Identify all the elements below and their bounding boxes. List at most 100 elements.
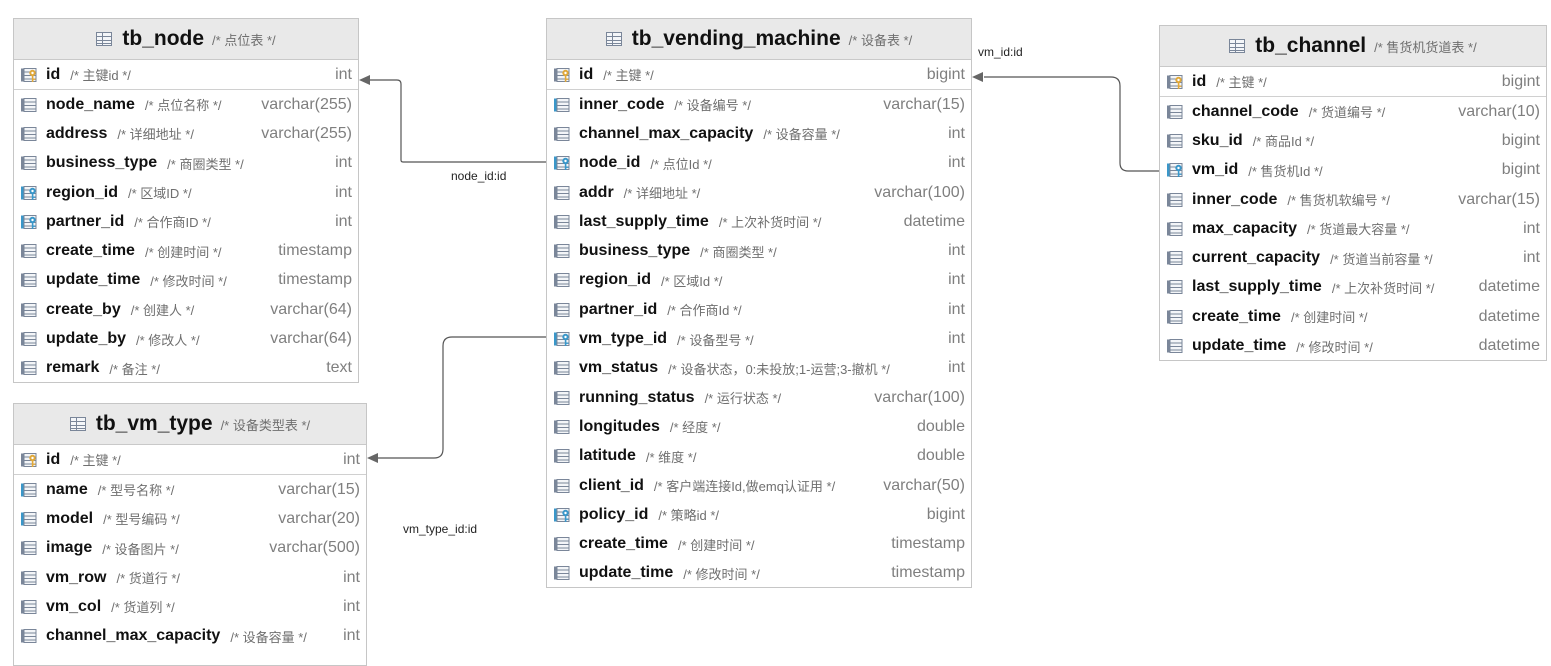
column-type: varchar(255) xyxy=(261,95,352,113)
column-row-vm-status[interactable]: vm_status /* 设备状态，0:未投放;1-运营;3-撤机 */ int xyxy=(547,354,971,383)
column-row-sku-id[interactable]: sku_id /* 商品Id */ bigint xyxy=(1160,126,1546,155)
column-name: vm_col xyxy=(46,597,102,615)
column-row-longitudes[interactable]: longitudes /* 经度 */ double xyxy=(547,412,971,441)
column-row-update-time[interactable]: update_time /* 修改时间 */ timestamp xyxy=(14,266,358,295)
column-row-channel-max-capacity[interactable]: channel_max_capacity /* 设备容量 */ int xyxy=(14,621,366,650)
column-icon xyxy=(20,570,38,586)
column-row-region-id[interactable]: region_id /* 区域ID */ int xyxy=(14,178,358,207)
column-row-current-capacity[interactable]: current_capacity /* 货道当前容量 */ int xyxy=(1160,243,1546,272)
table-tb-vm-type[interactable]: tb_vm_type /* 设备类型表 */ id /* 主键 */ int name… xyxy=(13,403,367,666)
column-row-partner-id[interactable]: partner_id /* 合作商ID */ int xyxy=(14,207,358,236)
column-row-id[interactable]: id /* 主键 */ bigint xyxy=(1160,67,1546,97)
arrowhead-vm-type-id xyxy=(367,453,378,463)
column-row-max-capacity[interactable]: max_capacity /* 货道最大容量 */ int xyxy=(1160,214,1546,243)
column-row-running-status[interactable]: running_status /* 运行状态 */ varchar(100) xyxy=(547,383,971,412)
column-row-vm-row[interactable]: vm_row /* 货道行 */ int xyxy=(14,563,366,592)
arrowhead-vm-id xyxy=(972,72,983,82)
column-row-addr[interactable]: addr /* 详细地址 */ varchar(100) xyxy=(547,178,971,207)
column-comment: /* 合作商ID */ xyxy=(134,215,211,231)
connector-vm-id xyxy=(984,76,1159,172)
column-icon xyxy=(553,565,571,581)
column-icon xyxy=(553,360,571,376)
indexed-column-icon xyxy=(553,97,571,113)
column-comment: /* 上次补货时间 */ xyxy=(1331,280,1435,296)
table-tb-channel[interactable]: tb_channel/* 售货机货道表 */ id/* 主键 */bigint … xyxy=(1159,25,1547,361)
column-icon xyxy=(20,272,38,288)
column-name: create_time xyxy=(46,242,135,260)
column-name: model xyxy=(46,509,94,527)
column-type: varchar(50) xyxy=(883,476,965,494)
column-name: id xyxy=(46,65,61,83)
column-row-latitude[interactable]: latitude /* 维度 */ double xyxy=(547,442,971,471)
column-row-create-by[interactable]: create_by /* 创建人 */ varchar(64) xyxy=(14,295,358,324)
column-name: update_time xyxy=(46,271,141,289)
column-icon xyxy=(1166,309,1184,325)
column-comment: /* 上次补货时间 */ xyxy=(718,215,822,231)
column-icon xyxy=(553,478,571,494)
column-type: varchar(255) xyxy=(261,124,352,142)
column-name: sku_id xyxy=(1192,131,1243,149)
column-comment: /* 运行状态 */ xyxy=(704,391,782,407)
column-row-create-time[interactable]: create_time /* 创建时间 */ timestamp xyxy=(14,236,358,265)
table-header[interactable]: tb_vending_machine /* 设备表 */ xyxy=(547,19,971,60)
column-comment: /* 创建时间 */ xyxy=(144,244,222,260)
column-row-node-id[interactable]: node_id /* 点位Id */ int xyxy=(547,149,971,178)
column-row-name[interactable]: name /* 型号名称 */ varchar(15) xyxy=(14,475,366,504)
column-row-business-type[interactable]: business_type /* 商圈类型 */ int xyxy=(14,149,358,178)
column-row-model[interactable]: model /* 型号编码 */ varchar(20) xyxy=(14,504,366,533)
er-diagram-canvas: node_id:id vm_type_id:id vm_id:id tb_nod… xyxy=(0,0,1551,666)
column-type: datetime xyxy=(1478,337,1540,355)
column-comment: /* 详细地址 */ xyxy=(623,186,701,202)
column-comment: /* 设备型号 */ xyxy=(677,332,754,348)
column-icon xyxy=(553,272,571,288)
column-row-create-time[interactable]: create_time /* 创建时间 */ datetime xyxy=(1160,302,1546,331)
column-row-last-supply-time[interactable]: last_supply_time /* 上次补货时间 */ datetime xyxy=(1160,273,1546,302)
column-row-id[interactable]: id /* 主键id */ int xyxy=(14,60,358,90)
column-row-last-supply-time[interactable]: last_supply_time /* 上次补货时间 */ datetime xyxy=(547,207,971,236)
table-tb-vending-machine[interactable]: tb_vending_machine /* 设备表 */ id /* 主键 */ bi… xyxy=(546,18,972,588)
column-row-remark[interactable]: remark /* 备注 */ text xyxy=(14,354,358,382)
column-row-client-id[interactable]: client_id /* 客户端连接Id,做emq认证用 */ varchar(50… xyxy=(547,471,971,500)
column-type: varchar(10) xyxy=(1458,102,1540,120)
column-row-create-time[interactable]: create_time /* 创建时间 */ timestamp xyxy=(547,529,971,558)
column-row-inner-code[interactable]: inner_code /* 售货机软编号 */ varchar(15) xyxy=(1160,185,1546,214)
table-comment: /* 设备表 */ xyxy=(848,32,913,48)
column-type: int xyxy=(948,359,965,377)
column-row-vm-type-id[interactable]: vm_type_id /* 设备型号 */ int xyxy=(547,324,971,353)
table-header[interactable]: tb_vm_type /* 设备类型表 */ xyxy=(14,404,366,445)
column-row-image[interactable]: image /* 设备图片 */ varchar(500) xyxy=(14,534,366,563)
column-type: int xyxy=(335,65,352,83)
column-name: last_supply_time xyxy=(1192,278,1322,296)
column-icon xyxy=(20,126,38,142)
column-row-business-type[interactable]: business_type /* 商圈类型 */ int xyxy=(547,236,971,265)
table-header[interactable]: tb_node /* 点位表 */ xyxy=(14,19,358,60)
column-row-id[interactable]: id /* 主键 */ bigint xyxy=(547,60,971,90)
table-header[interactable]: tb_channel /* 售货机货道表 */ xyxy=(1160,26,1546,67)
column-row-partner-id[interactable]: partner_id /* 合作商Id */ int xyxy=(547,295,971,324)
column-comment: /* 货道列 */ xyxy=(111,600,175,616)
table-tb-node[interactable]: tb_node /* 点位表 */ id /* 主键id */ int node_na… xyxy=(13,18,359,383)
column-icon xyxy=(553,185,571,201)
column-comment: /* 创建人 */ xyxy=(130,303,195,319)
column-icon xyxy=(1166,279,1184,295)
column-icon xyxy=(20,360,38,376)
column-row-vm-id[interactable]: vm_id /* 售货机Id */ bigint xyxy=(1160,156,1546,185)
column-row-policy-id[interactable]: policy_id /* 策略id */ bigint xyxy=(547,500,971,529)
column-row-update-time[interactable]: update_time /* 修改时间 */ datetime xyxy=(1160,331,1546,360)
column-row-id[interactable]: id /* 主键 */ int xyxy=(14,445,366,475)
column-row-channel-code[interactable]: channel_code /* 货道编号 */ varchar(10) xyxy=(1160,97,1546,126)
column-row-address[interactable]: address /* 详细地址 */ varchar(255) xyxy=(14,119,358,148)
column-type: int xyxy=(948,124,965,142)
column-name: policy_id xyxy=(579,505,649,523)
column-type: int xyxy=(335,212,352,230)
column-row-region-id[interactable]: region_id /* 区域Id */ int xyxy=(547,266,971,295)
column-name: id xyxy=(579,65,594,83)
column-row-vm-col[interactable]: vm_col /* 货道列 */ int xyxy=(14,592,366,621)
column-row-inner-code[interactable]: inner_code /* 设备编号 */ varchar(15) xyxy=(547,90,971,119)
column-row-channel-max-capacity[interactable]: channel_max_capacity /* 设备容量 */ int xyxy=(547,119,971,148)
column-row-update-by[interactable]: update_by /* 修改人 */ varchar(64) xyxy=(14,324,358,353)
column-name: vm_row xyxy=(46,568,107,586)
column-name: vm_type_id xyxy=(579,330,668,348)
column-row-node-name[interactable]: node_name /* 点位名称 */ varchar(255) xyxy=(14,90,358,119)
column-row-update-time[interactable]: update_time /* 修改时间 */ timestamp xyxy=(547,559,971,587)
